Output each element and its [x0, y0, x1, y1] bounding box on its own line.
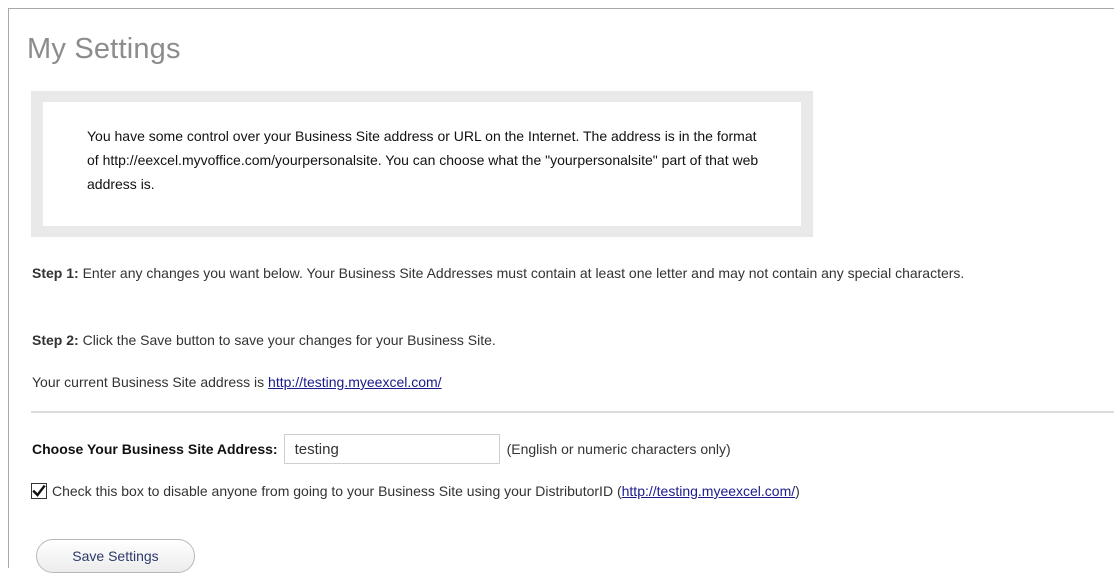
current-address-prefix: Your current Business Site address is — [32, 374, 269, 390]
page-title: My Settings — [27, 33, 181, 65]
info-box: You have some control over your Business… — [31, 91, 813, 237]
divider — [31, 411, 1114, 413]
step2-label: Step 2: — [32, 332, 79, 348]
distributor-id-link[interactable]: http://testing.myeexcel.com/ — [622, 483, 796, 499]
disable-distributor-id-label: Check this box to disable anyone from go… — [52, 483, 800, 499]
checkmark-icon — [32, 484, 46, 497]
business-site-address-input[interactable] — [283, 434, 500, 464]
settings-panel: My Settings You have some control over y… — [8, 8, 1114, 573]
address-label: Choose Your Business Site Address: — [32, 441, 278, 457]
info-text: You have some control over your Business… — [87, 128, 759, 192]
current-address: Your current Business Site address is ht… — [32, 370, 442, 394]
current-address-link[interactable]: http://testing.myeexcel.com/ — [268, 374, 442, 390]
step1-text: Enter any changes you want below. Your B… — [78, 265, 965, 281]
checkbox-label-prefix: Check this box to disable anyone from go… — [52, 483, 622, 499]
checkbox-label-suffix: ) — [795, 483, 800, 499]
step2-text: Click the Save button to save your chang… — [78, 332, 496, 348]
address-hint: (English or numeric characters only) — [506, 441, 731, 457]
step2-instructions: Step 2: Click the Save button to save yo… — [32, 328, 496, 352]
address-row: Choose Your Business Site Address: (Engl… — [32, 433, 731, 465]
disable-distributor-id-checkbox[interactable] — [31, 483, 47, 499]
save-settings-button[interactable]: Save Settings — [36, 539, 195, 573]
step1-label: Step 1: — [32, 265, 79, 281]
info-box-inner: You have some control over your Business… — [43, 102, 801, 226]
step1-instructions: Step 1: Enter any changes you want below… — [32, 260, 1092, 287]
disable-distributor-id-row: Check this box to disable anyone from go… — [31, 483, 800, 499]
